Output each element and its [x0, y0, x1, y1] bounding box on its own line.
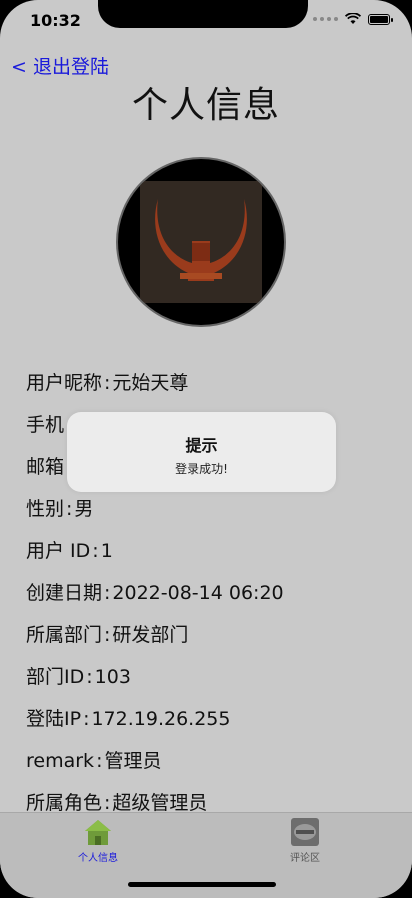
- status-time: 10:32: [30, 11, 81, 30]
- page-title: 个人信息: [131, 85, 280, 126]
- department-row: 所属部门: 研发部门: [26, 624, 189, 646]
- home-indicator[interactable]: [128, 882, 276, 887]
- gender-row: 性别: 男: [26, 498, 94, 520]
- created-date-row: 创建日期:2022-08-14 06:20: [26, 582, 284, 604]
- nickname-value: 元始天尊: [112, 372, 189, 394]
- gender-value: 男: [74, 498, 94, 520]
- department-id-label: 部门ID: [26, 666, 85, 688]
- department-value: 研发部门: [112, 624, 189, 646]
- login-ip-row: 登陆IP:172.19.26.255: [26, 708, 231, 730]
- department-id-value: 103: [94, 666, 131, 688]
- comment-area-icon: [291, 818, 319, 846]
- login-ip-value: 172.19.26.255: [91, 708, 231, 730]
- toast-dialog: 提示 登录成功!: [67, 412, 336, 492]
- tab-profile-label: 个人信息: [78, 853, 118, 864]
- notch: [98, 0, 308, 28]
- created-date-value: 2022-08-14 06:20: [112, 582, 284, 604]
- battery-icon: [368, 13, 393, 25]
- user-id-value: 1: [100, 540, 113, 562]
- nickname-label: 用户昵称: [26, 372, 103, 394]
- tab-profile[interactable]: 个人信息: [53, 817, 143, 864]
- department-label: 所属部门: [26, 624, 103, 646]
- user-id-row: 用户 ID:1: [26, 540, 113, 562]
- remark-label: remark: [26, 750, 95, 772]
- role-value: 超级管理员: [112, 792, 208, 814]
- signal-icon: [313, 17, 338, 21]
- toast-message: 登录成功!: [175, 462, 228, 476]
- login-ip-label: 登陆IP: [26, 708, 82, 730]
- tab-comments-label: 评论区: [290, 853, 320, 864]
- remark-row: remark: 管理员: [26, 750, 162, 772]
- tab-comments[interactable]: 评论区: [260, 817, 350, 864]
- avatar: [116, 157, 286, 327]
- wifi-icon: [345, 13, 361, 24]
- department-id-row: 部门ID:103: [26, 666, 131, 688]
- phone-screen: 10:32 < 退出登陆 个人信息 用户昵称: 元始天尊 手机 邮箱 性别: …: [0, 0, 412, 898]
- email-label: 邮箱: [26, 456, 65, 478]
- home-icon: [85, 820, 111, 845]
- nickname-row: 用户昵称: 元始天尊: [26, 372, 189, 394]
- status-icons: [313, 13, 393, 25]
- toast-title: 提示: [185, 436, 218, 455]
- gender-label: 性别: [26, 498, 65, 520]
- role-label: 所属角色: [26, 792, 103, 814]
- created-date-label: 创建日期: [26, 582, 103, 604]
- logout-back-button[interactable]: < 退出登陆: [11, 52, 109, 79]
- remark-value: 管理员: [104, 750, 162, 772]
- user-id-label: 用户 ID: [26, 540, 91, 562]
- avatar-image: [140, 181, 262, 303]
- phone-label: 手机: [26, 414, 65, 436]
